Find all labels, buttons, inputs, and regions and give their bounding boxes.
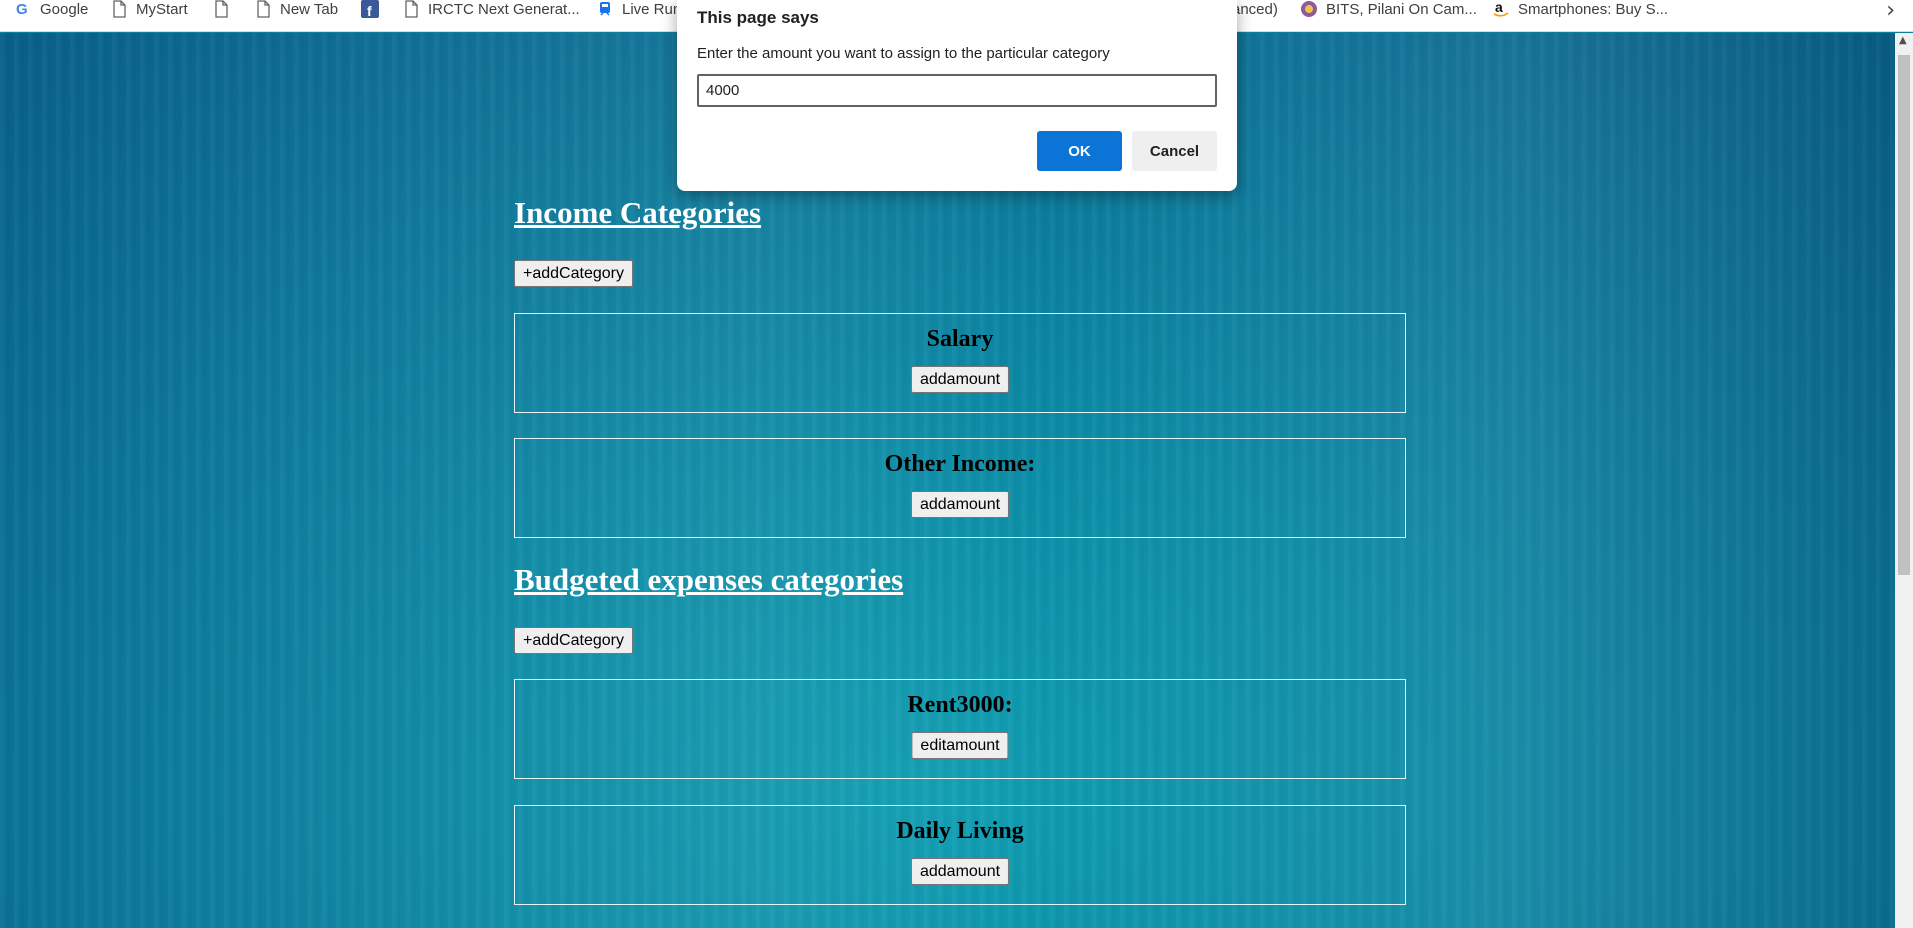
vertical-scrollbar[interactable]: ▲: [1895, 33, 1913, 928]
category-name: Other Income:: [884, 451, 1036, 477]
facebook-icon: f: [361, 0, 379, 18]
bookmark-untitled[interactable]: [212, 0, 238, 18]
expense-category-card: Daily Living addamount: [514, 805, 1406, 905]
scrollbar-thumb[interactable]: [1898, 55, 1910, 575]
bookmark-facebook[interactable]: f: [361, 0, 379, 18]
page-icon: [405, 0, 418, 18]
bookmark-live-run[interactable]: Live Run: [596, 0, 681, 18]
expense-category-card: Rent3000: editamount: [514, 679, 1406, 779]
bookmark-label: BITS, Pilani On Cam...: [1326, 0, 1477, 18]
bookmark-irctc[interactable]: IRCTC Next Generat...: [402, 0, 580, 18]
add-income-category-button[interactable]: +addCategory: [514, 260, 633, 287]
page-icon: [257, 0, 270, 18]
scroll-up-icon[interactable]: ▲: [1899, 35, 1907, 46]
bookmark-label: MyStart: [136, 0, 188, 18]
prompt-dialog: This page says Enter the amount you want…: [677, 0, 1237, 191]
amount-input[interactable]: [697, 74, 1217, 107]
ok-button[interactable]: OK: [1037, 131, 1122, 171]
bookmark-label: anced): [1232, 0, 1278, 18]
bookmark-label: IRCTC Next Generat...: [428, 0, 580, 18]
bookmark-label: Live Run: [622, 0, 682, 18]
bits-icon: [1301, 1, 1317, 17]
train-icon: [600, 2, 610, 16]
bookmark-label: New Tab: [280, 0, 339, 18]
bookmark-bits-pilani[interactable]: BITS, Pilani On Cam...: [1300, 0, 1477, 18]
bookmark-smartphones[interactable]: a Smartphones: Buy S...: [1492, 0, 1668, 18]
bookmark-mystart[interactable]: MyStart: [110, 0, 188, 18]
page-icon: [113, 0, 126, 18]
bookmark-advanced[interactable]: anced): [1232, 0, 1278, 18]
dialog-message: Enter the amount you want to assign to t…: [697, 45, 1110, 62]
cancel-button[interactable]: Cancel: [1132, 131, 1217, 171]
svg-text:f: f: [367, 3, 372, 18]
bookmark-label: Smartphones: Buy S...: [1518, 0, 1669, 18]
svg-text:a: a: [1495, 0, 1503, 15]
income-categories-heading: Income Categories: [514, 195, 762, 230]
chevron-right-icon[interactable]: ›: [1886, 0, 1895, 23]
svg-text:G: G: [16, 1, 28, 18]
edit-amount-button[interactable]: editamount: [911, 732, 1009, 759]
add-amount-button[interactable]: addamount: [910, 858, 1010, 885]
category-name: Salary: [926, 326, 994, 352]
add-amount-button[interactable]: addamount: [910, 366, 1010, 393]
amazon-icon: a: [1493, 0, 1509, 17]
bookmark-new-tab[interactable]: New Tab: [254, 0, 338, 18]
income-category-card: Salary addamount: [514, 313, 1406, 413]
expenses-categories-heading: Budgeted expenses categories: [514, 562, 904, 597]
add-amount-button[interactable]: addamount: [910, 491, 1010, 518]
income-category-card: Other Income: addamount: [514, 438, 1406, 538]
page-icon: [215, 0, 228, 18]
add-expense-category-button[interactable]: +addCategory: [514, 627, 633, 654]
bookmark-label: Google: [40, 0, 89, 18]
dialog-title: This page says: [697, 8, 819, 27]
bookmark-google[interactable]: G Google: [14, 0, 89, 19]
google-icon: G: [16, 1, 28, 18]
category-name: Rent3000:: [907, 692, 1013, 718]
category-name: Daily Living: [896, 818, 1024, 844]
